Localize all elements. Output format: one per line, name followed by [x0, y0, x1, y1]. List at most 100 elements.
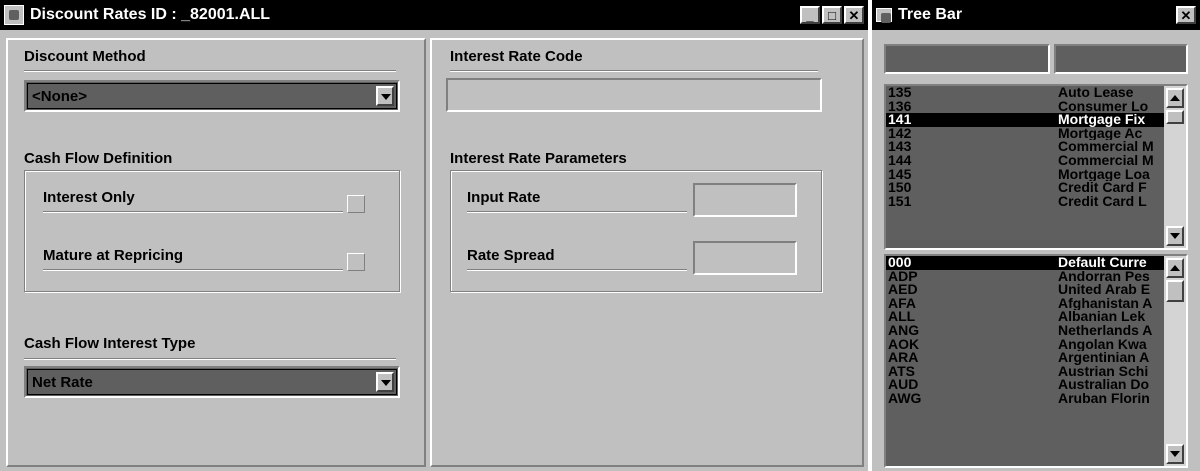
tree-filter-box-2[interactable] — [1054, 44, 1188, 74]
list-item-code: 142 — [888, 126, 912, 141]
list-item-code: AFA — [888, 296, 916, 311]
input-rate-label: Input Rate — [467, 189, 541, 206]
currency-list-scrollbar[interactable] — [1164, 256, 1186, 466]
interest-rate-parameters-group: Input Rate Rate Spread — [450, 170, 822, 292]
currency-list[interactable]: 000 Default Curre ADP Andorran Pes AED United… — [884, 254, 1188, 468]
list-item-code: 151 — [888, 194, 912, 209]
list-item-name: Auto Lease — [1058, 86, 1134, 100]
cash-flow-interest-type-dropdown[interactable]: Net Rate — [24, 366, 400, 398]
list-item-name: Mortgage Loa — [1058, 167, 1150, 182]
list-item-code: ANG — [888, 323, 920, 338]
list-item[interactable]: AUD Australian Do — [886, 378, 1164, 392]
list-item[interactable]: AFA Afghanistan A — [886, 297, 1164, 311]
divider — [24, 358, 396, 360]
divider — [467, 211, 687, 213]
cash-flow-definition-group: Interest Only Mature at Repricing — [24, 170, 400, 292]
list-item-code: AUD — [888, 378, 919, 392]
list-item[interactable]: ANG Netherlands A — [886, 324, 1164, 338]
scroll-thumb[interactable] — [1166, 110, 1184, 124]
list-item-name: Aruban Florin — [1058, 391, 1150, 406]
list-item-name: Commercial M — [1058, 140, 1154, 154]
list-item-name: Mortgage Fix — [1058, 113, 1146, 127]
list-item-name: Consumer Lo — [1058, 99, 1149, 114]
mature-at-repricing-checkbox[interactable] — [347, 253, 365, 271]
list-item[interactable]: 143 Commercial M — [886, 140, 1164, 154]
divider — [43, 211, 343, 213]
scroll-up-icon[interactable] — [1166, 258, 1184, 278]
list-item-code: 135 — [888, 86, 912, 100]
list-item[interactable]: ADP Andorran Pes — [886, 270, 1164, 284]
list-item-code: 141 — [888, 113, 912, 127]
input-rate-field[interactable] — [693, 183, 797, 217]
interest-only-label: Interest Only — [43, 189, 135, 206]
list-item[interactable]: 151 Credit Card L — [886, 195, 1164, 209]
list-item-code: AED — [888, 283, 918, 297]
list-item-name: Default Curre — [1058, 256, 1147, 270]
scroll-up-icon[interactable] — [1166, 88, 1184, 108]
list-item[interactable]: 144 Commercial M — [886, 154, 1164, 168]
close-button[interactable]: ✕ — [844, 6, 864, 24]
list-item[interactable]: AWG Aruban Florin — [886, 392, 1164, 406]
discount-rates-window: Discount Rates ID : _82001.ALL _ □ ✕ Dis… — [0, 0, 868, 471]
chevron-down-icon[interactable] — [376, 86, 394, 106]
tree-bar-window: Tree Bar ✕ 135 Auto Lease 136 Consumer Lo 14… — [872, 0, 1200, 471]
cash-flow-interest-type-label: Cash Flow Interest Type — [24, 335, 196, 352]
divider — [467, 269, 687, 271]
cash-flow-definition-label: Cash Flow Definition — [24, 150, 173, 167]
list-item-name: Mortgage Ac — [1058, 126, 1143, 141]
cash-flow-interest-type-value: Net Rate — [32, 374, 93, 391]
interest-rate-parameters-label: Interest Rate Parameters — [450, 150, 627, 167]
list-item-name: Austrian Schi — [1058, 364, 1149, 379]
code-list-scrollbar[interactable] — [1164, 86, 1186, 248]
list-item-name: United Arab E — [1058, 283, 1151, 297]
list-item-code: AOK — [888, 337, 920, 352]
chevron-down-icon[interactable] — [376, 372, 394, 392]
window-title: Discount Rates ID : _82001.ALL — [30, 6, 271, 23]
rate-spread-field[interactable] — [693, 241, 797, 275]
list-item[interactable]: ARA Argentinian A — [886, 351, 1164, 365]
list-item-code: ALL — [888, 310, 916, 324]
list-item[interactable]: 145 Mortgage Loa — [886, 168, 1164, 182]
list-item[interactable]: 136 Consumer Lo — [886, 100, 1164, 114]
list-item[interactable]: 000 Default Curre — [886, 256, 1164, 270]
discount-method-label: Discount Method — [24, 48, 146, 65]
divider — [450, 70, 818, 72]
maximize-button[interactable]: □ — [822, 6, 842, 24]
title-bar[interactable]: Discount Rates ID : _82001.ALL _ □ ✕ — [0, 0, 868, 30]
list-item-code: ADP — [888, 269, 918, 284]
list-item[interactable]: 135 Auto Lease — [886, 86, 1164, 100]
list-item[interactable]: 150 Credit Card F — [886, 181, 1164, 195]
list-item-code: ATS — [888, 364, 915, 379]
list-item[interactable]: 142 Mortgage Ac — [886, 127, 1164, 141]
list-item-name: Andorran Pes — [1058, 269, 1150, 284]
discount-method-value: <None> — [32, 88, 88, 105]
tree-bar-icon — [876, 8, 892, 23]
list-item-code: 136 — [888, 99, 912, 114]
code-list[interactable]: 135 Auto Lease 136 Consumer Lo 141 Mortgage F… — [884, 84, 1188, 250]
divider — [24, 70, 396, 72]
interest-rate-code-field[interactable] — [446, 78, 822, 112]
list-item-name: Credit Card F — [1058, 181, 1147, 195]
list-item-name: Credit Card L — [1058, 194, 1147, 209]
list-item-code: 150 — [888, 181, 912, 195]
list-item[interactable]: AED United Arab E — [886, 283, 1164, 297]
list-item[interactable]: ALL Albanian Lek — [886, 310, 1164, 324]
divider — [43, 269, 343, 271]
discount-method-dropdown[interactable]: <None> — [24, 80, 400, 112]
interest-only-checkbox[interactable] — [347, 195, 365, 213]
tree-filter-box-1[interactable] — [884, 44, 1050, 74]
list-item-code: 144 — [888, 153, 912, 168]
list-item[interactable]: AOK Angolan Kwa — [886, 338, 1164, 352]
scroll-down-icon[interactable] — [1166, 444, 1184, 464]
app-icon[interactable] — [4, 5, 24, 25]
scroll-thumb[interactable] — [1166, 280, 1184, 302]
scroll-down-icon[interactable] — [1166, 226, 1184, 246]
right-panel: Interest Rate Code Interest Rate Paramet… — [430, 38, 864, 467]
tree-bar-title-bar[interactable]: Tree Bar ✕ — [872, 0, 1200, 30]
rate-spread-label: Rate Spread — [467, 247, 555, 264]
list-item[interactable]: 141 Mortgage Fix — [886, 113, 1164, 127]
list-item-name: Commercial M — [1058, 153, 1154, 168]
tree-bar-close-button[interactable]: ✕ — [1176, 6, 1196, 24]
minimize-button[interactable]: _ — [800, 6, 820, 24]
list-item[interactable]: ATS Austrian Schi — [886, 365, 1164, 379]
